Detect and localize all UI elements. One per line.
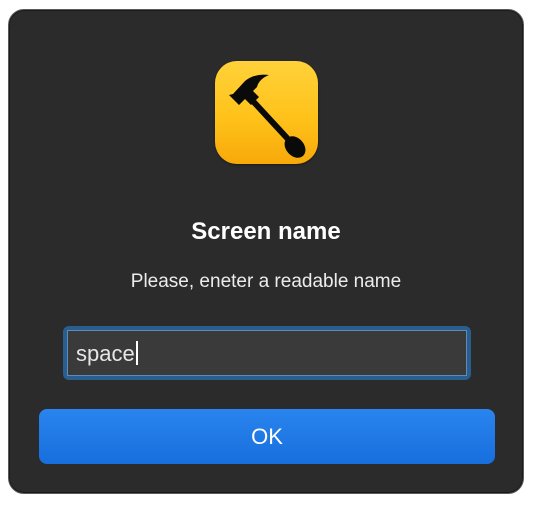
hammer-spoon-icon [215, 61, 318, 164]
screen-name-dialog: Screen name Please, eneter a readable na… [8, 9, 524, 494]
ok-button[interactable]: OK [39, 409, 495, 464]
dialog-message: Please, eneter a readable name [130, 271, 402, 292]
screen-name-input-value: space [76, 341, 135, 366]
screen-name-field-focus-ring: space [63, 326, 471, 380]
screen-name-input[interactable]: space [67, 330, 467, 376]
dialog-title: Screen name [191, 218, 341, 245]
text-caret [135, 341, 138, 365]
